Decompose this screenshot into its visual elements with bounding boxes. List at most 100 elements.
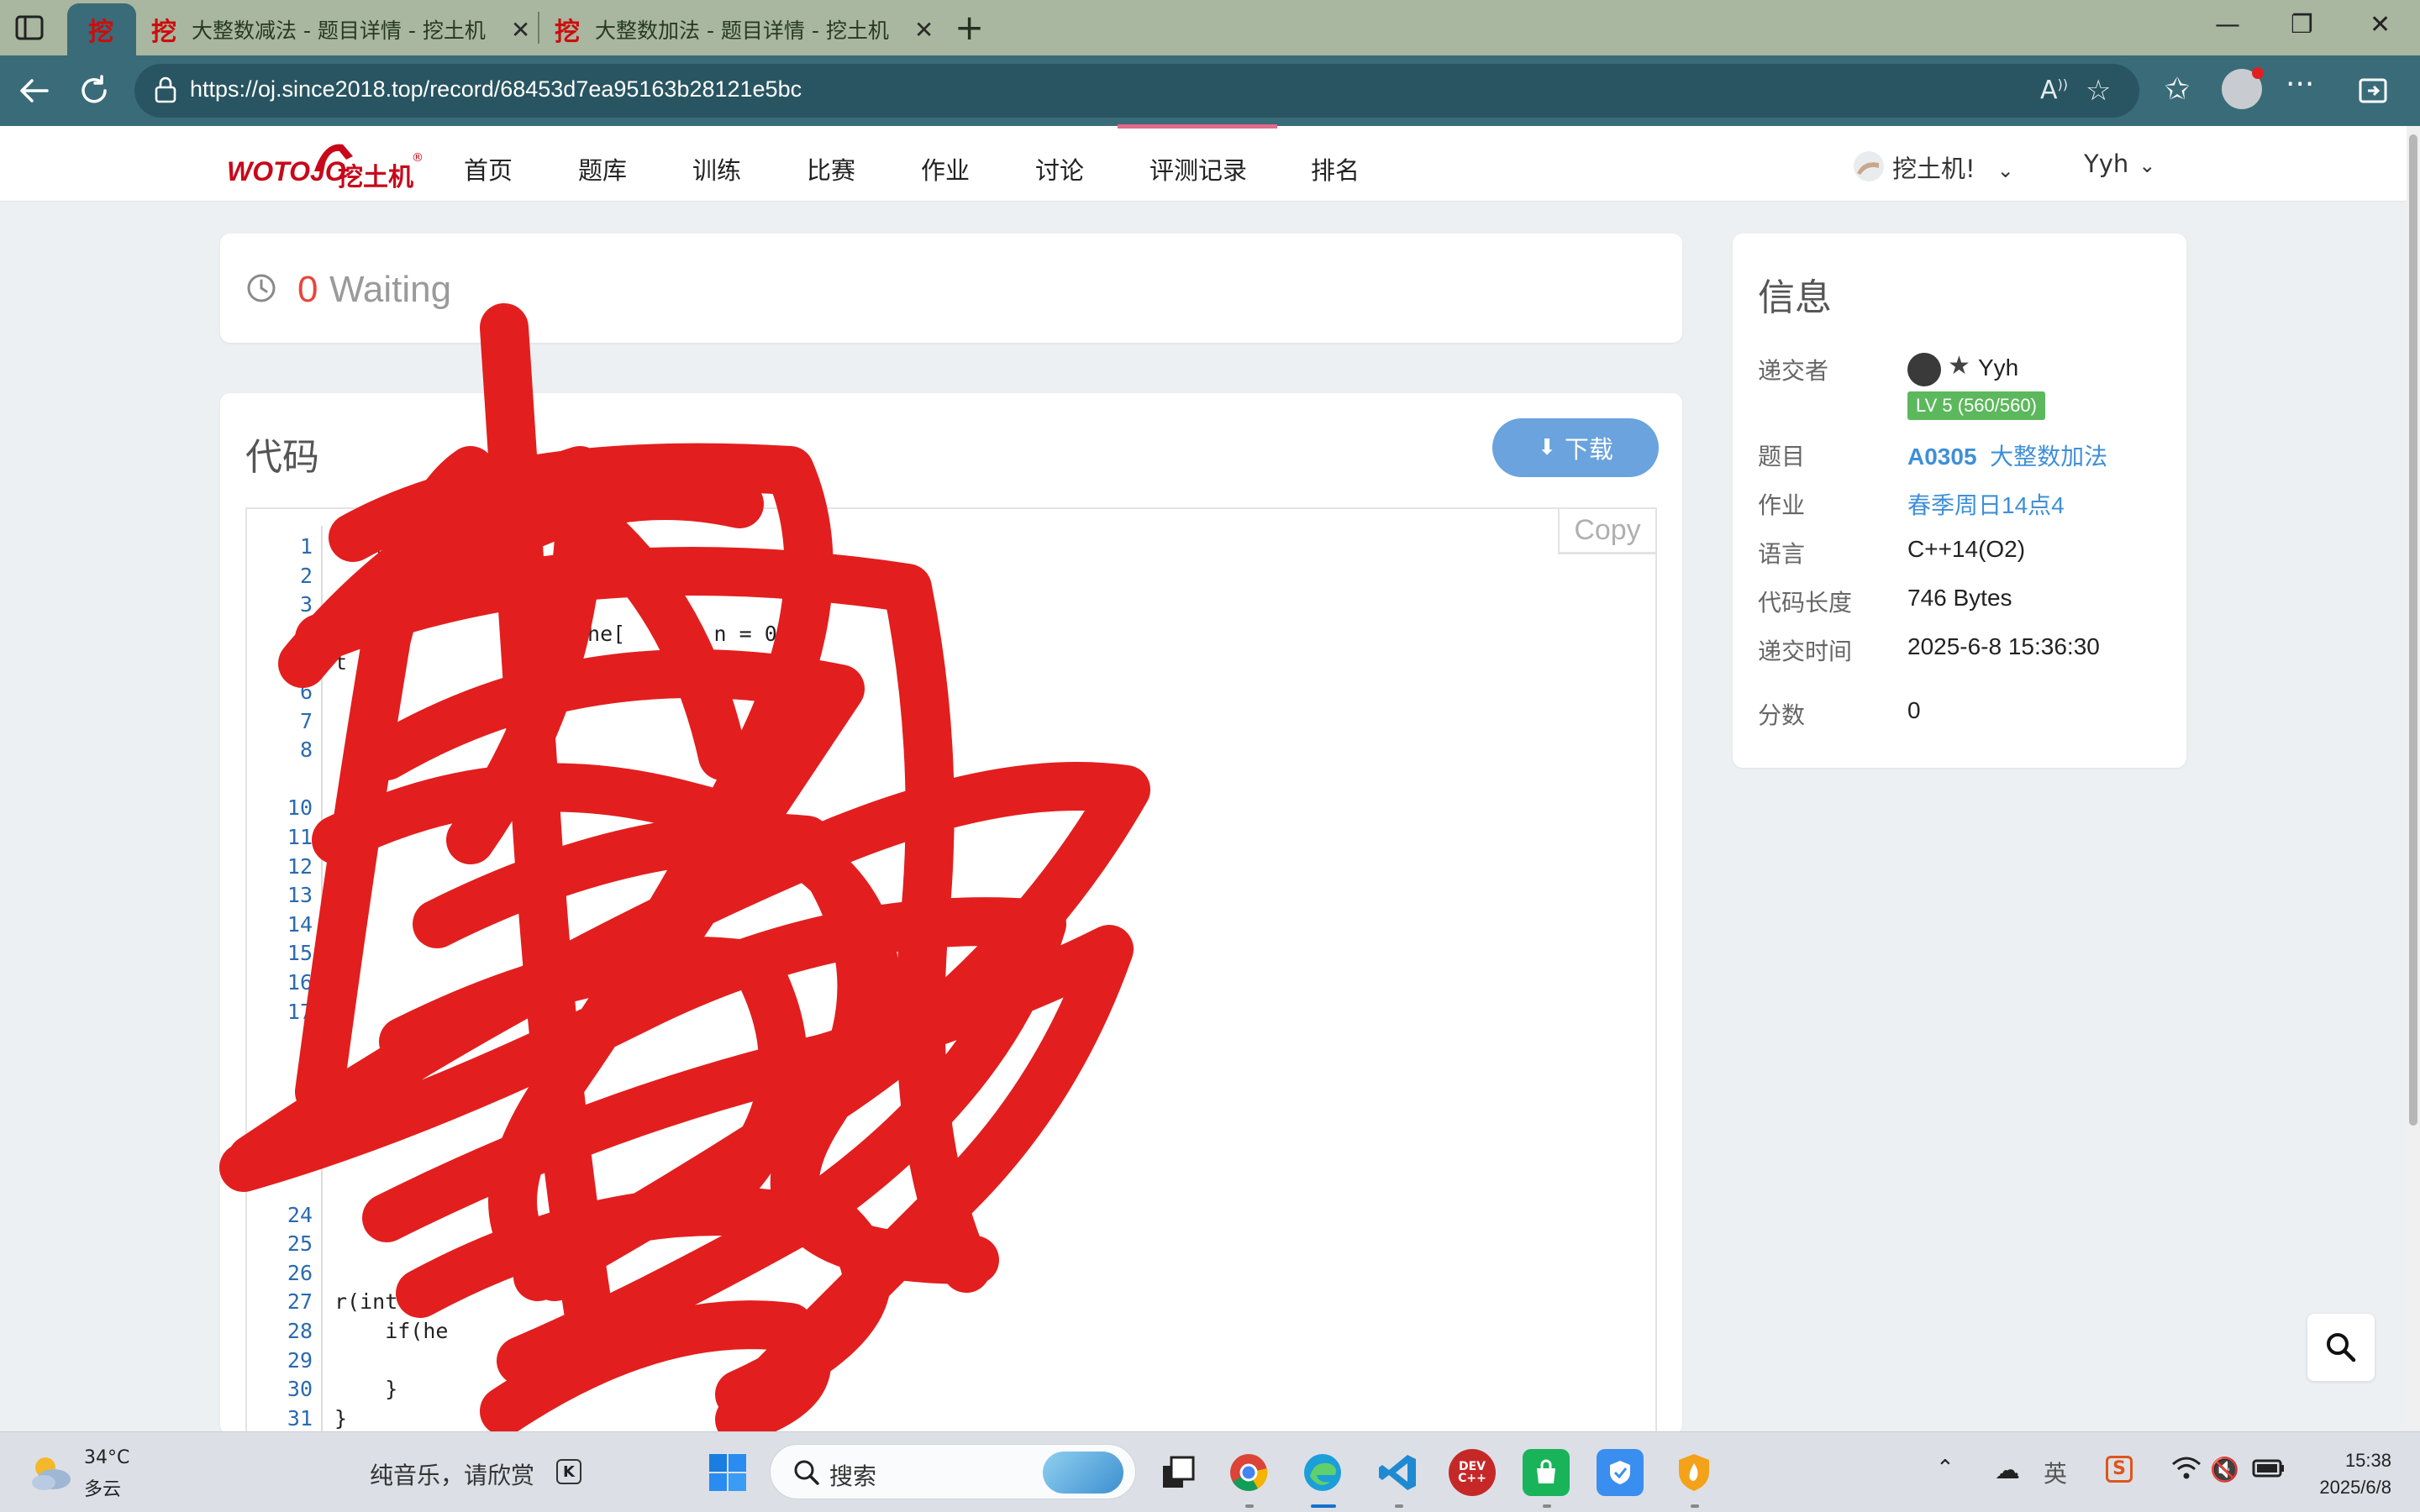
ime-indicator[interactable]: 英 — [2044, 1456, 2067, 1489]
app-running-indicator — [1395, 1504, 1403, 1508]
favorite-star-icon[interactable]: ☆ — [2086, 74, 2111, 108]
more-menu-icon[interactable]: ··· — [2286, 67, 2314, 102]
line-number: 26 — [287, 1260, 313, 1285]
cloudy-weather-icon[interactable] — [25, 1449, 76, 1496]
restore-icon[interactable]: ❐ — [2291, 10, 2313, 39]
line-number: 10 — [287, 795, 313, 821]
security-shield-icon[interactable] — [1597, 1449, 1644, 1496]
site-favicon-icon: 挖 — [88, 18, 113, 47]
floating-search-button[interactable] — [2307, 1314, 2375, 1381]
line-number: 27 — [287, 1289, 313, 1315]
problem-link[interactable]: A0305 大整数加法 — [1907, 438, 2107, 472]
weather-temperature: 34°C — [84, 1447, 130, 1468]
code-line: a ] = he[ n = 0; — [334, 621, 790, 646]
code-title: 代码 — [245, 436, 319, 479]
reload-icon[interactable] — [77, 74, 111, 108]
lock-icon[interactable] — [153, 76, 178, 104]
code-viewer[interactable]: Copy 1 2 3 6 7 8 10 11 12 13 14 15 16 17 21 24 25 26 27 28 2… — [245, 507, 1657, 1440]
profile-avatar[interactable] — [2222, 67, 2264, 109]
nav-training[interactable]: 训练 — [692, 151, 741, 186]
site-logo[interactable]: WOTOJO 挖土机 ® — [227, 136, 424, 192]
nav-contest[interactable]: 比赛 — [807, 151, 855, 186]
windows-start-icon[interactable] — [704, 1449, 751, 1496]
music-widget[interactable]: 纯音乐，请欣赏 — [370, 1457, 534, 1491]
submitter-avatar[interactable] — [1907, 353, 1941, 386]
back-arrow-icon[interactable] — [17, 74, 50, 108]
download-button[interactable]: ⬇ 下载 — [1492, 418, 1659, 477]
page-scrollbar[interactable] — [2407, 126, 2420, 1428]
line-number — [247, 1058, 321, 1087]
code-line: include — [334, 534, 424, 559]
scrollbar-thumb[interactable] — [2409, 134, 2417, 1126]
taskbar-search-box[interactable]: 搜索 — [770, 1444, 1136, 1499]
window-close-icon[interactable]: ✕ — [2370, 10, 2391, 39]
nav-ranking[interactable]: 排名 — [1311, 151, 1360, 186]
system-clock[interactable]: 15:38 2025/6/8 — [2307, 1447, 2391, 1501]
shopping-bag-icon[interactable] — [1523, 1449, 1570, 1496]
tab-close-icon[interactable]: ✕ — [511, 16, 530, 44]
info-title: 信息 — [1758, 276, 1832, 319]
line-number — [247, 1173, 321, 1203]
vscode-icon[interactable] — [1375, 1449, 1422, 1496]
download-icon: ⬇ — [1538, 435, 1556, 460]
search-icon — [794, 1460, 819, 1485]
tab-current[interactable]: 挖 — [67, 3, 136, 55]
volume-muted-icon[interactable]: 🔇 — [2210, 1456, 2239, 1483]
edge-icon[interactable] — [1299, 1449, 1346, 1496]
line-number — [247, 650, 321, 680]
nav-homework[interactable]: 作业 — [921, 151, 970, 186]
battery-icon[interactable] — [2252, 1456, 2286, 1486]
chrome-icon[interactable] — [1225, 1449, 1272, 1496]
tab-close-icon[interactable]: ✕ — [914, 16, 934, 44]
line-number — [247, 1028, 321, 1058]
new-tab-icon[interactable]: + — [955, 7, 984, 48]
info-card: 信息 递交者 ★ Yyh LV 5 (560/560) 题目 A0305 大整数… — [1733, 234, 2186, 768]
tab-big-addition[interactable]: 挖 大整数加法 - 题目详情 - 挖土机 ✕ — [538, 3, 939, 55]
sidebar-toggle-icon[interactable] — [13, 12, 45, 44]
gutter-divider — [321, 526, 323, 1438]
code-line: if(he e[i — [334, 1319, 613, 1344]
nav-problems[interactable]: 题库 — [578, 151, 627, 186]
code-line: } — [334, 1377, 398, 1402]
url-field[interactable]: https://oj.since2018.top/record/68453d7e… — [134, 64, 2139, 118]
code-line: r(int i — [334, 1289, 424, 1315]
copy-button[interactable]: Copy — [1558, 509, 1655, 554]
task-view-icon[interactable] — [1155, 1449, 1202, 1496]
line-number: 12 — [287, 853, 313, 879]
wifi-icon[interactable] — [2171, 1456, 2202, 1488]
user-menu-dropdown[interactable]: Yyh ⌄ — [2084, 150, 2155, 178]
read-aloud-icon[interactable]: A)) — [2040, 76, 2068, 105]
logo-registered: ® — [412, 151, 424, 165]
app-running-indicator — [1543, 1504, 1551, 1508]
sogou-ime-icon[interactable]: S — [2106, 1456, 2133, 1483]
code-line: t .si — [334, 650, 562, 675]
site-menu-dropdown[interactable]: 挖土机! ⌄ — [1892, 150, 2014, 185]
cloud-sync-icon[interactable]: ☁ — [1995, 1456, 2020, 1485]
dev-cpp-icon[interactable]: DEV C++ — [1449, 1449, 1496, 1496]
tab-big-subtraction[interactable]: 挖 大整数减法 - 题目详情 - 挖土机 ✕ — [134, 3, 536, 55]
nav-discussion[interactable]: 讨论 — [1035, 151, 1084, 186]
nav-records[interactable]: 评测记录 — [1150, 151, 1247, 186]
homework-link[interactable]: 春季周日14点4 — [1907, 487, 2065, 521]
nav-home[interactable]: 首页 — [464, 151, 513, 186]
favorites-icon[interactable]: ✩ — [2165, 72, 2190, 107]
site-menu-avatar — [1854, 151, 1884, 181]
line-number — [247, 1144, 321, 1173]
search-highlight-image — [1043, 1452, 1123, 1494]
submitter-name[interactable]: Yyh — [1978, 354, 2018, 381]
split-screen-icon[interactable] — [2358, 76, 2388, 106]
line-number: 3 — [299, 592, 313, 617]
chevron-up-icon[interactable]: ⌃ — [1936, 1456, 1954, 1481]
site-header: WOTOJO 挖土机 ® 首页 题库 训练 比赛 作业 讨论 评测记录 排名 — [0, 126, 2407, 202]
fire-shield-icon[interactable] — [1670, 1449, 1718, 1496]
k-app-icon[interactable]: K — [556, 1459, 581, 1484]
code-lines: include a ] = he[ n = 0; t .si r(int i if(h… — [334, 534, 790, 1435]
minimize-icon[interactable]: — — [2215, 10, 2240, 39]
